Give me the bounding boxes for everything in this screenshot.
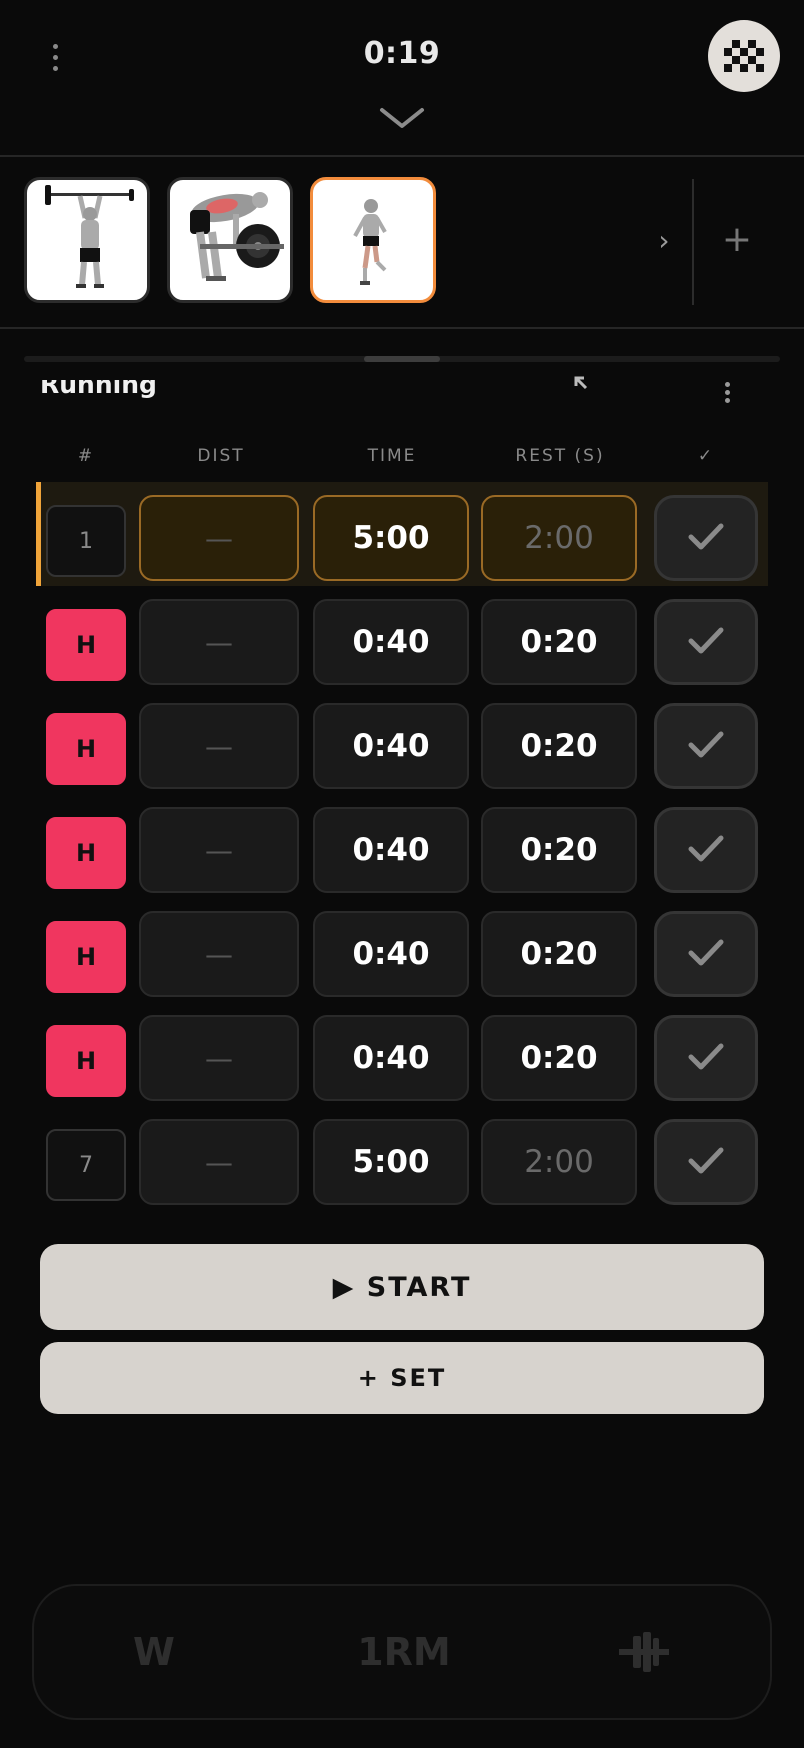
start-button[interactable]: ▶ START bbox=[40, 1244, 764, 1330]
rest-input[interactable]: 2:00 bbox=[481, 495, 637, 581]
bottom-tool-bar: W 1RM bbox=[32, 1584, 772, 1720]
chevron-right-icon[interactable]: › bbox=[650, 219, 678, 263]
distance-input[interactable]: — bbox=[139, 495, 299, 581]
add-exercise-button[interactable]: + bbox=[712, 209, 762, 271]
top-bar: 0:19 bbox=[0, 0, 804, 157]
exercise-thumbnail-overhead-press[interactable] bbox=[24, 177, 150, 303]
time-input[interactable]: 0:40 bbox=[313, 807, 469, 893]
chevron-down-icon[interactable] bbox=[376, 102, 428, 134]
distance-input[interactable]: — bbox=[139, 911, 299, 997]
complete-set-button[interactable] bbox=[654, 599, 758, 685]
set-number-badge[interactable]: H bbox=[46, 921, 126, 993]
column-header-rest: REST (S) bbox=[515, 446, 605, 466]
set-row: H —0:40 0:20 bbox=[36, 1002, 768, 1106]
set-row: 7—5:00 2:00 bbox=[36, 1106, 768, 1210]
exercise-title: Running bbox=[40, 370, 157, 399]
set-row: H —0:40 0:20 bbox=[36, 898, 768, 1002]
set-number-badge[interactable]: H bbox=[46, 609, 126, 681]
set-row: H —0:40 0:20 bbox=[36, 794, 768, 898]
rest-input[interactable]: 0:20 bbox=[481, 807, 637, 893]
set-number-badge[interactable]: H bbox=[46, 713, 126, 785]
distance-input[interactable]: — bbox=[139, 599, 299, 685]
time-input[interactable]: 5:00 bbox=[313, 1119, 469, 1205]
check-icon bbox=[686, 936, 726, 972]
check-icon bbox=[686, 520, 726, 556]
exercise-thumbnail-bent-over-row[interactable] bbox=[167, 177, 293, 303]
time-input[interactable]: 0:40 bbox=[313, 1015, 469, 1101]
set-row: H —0:40 0:20 bbox=[36, 690, 768, 794]
plate-calculator-icon[interactable] bbox=[604, 1622, 684, 1682]
set-number-badge[interactable]: 1 bbox=[46, 505, 126, 577]
check-icon bbox=[686, 624, 726, 660]
set-row: H —0:40 0:20 bbox=[36, 586, 768, 690]
column-header-set: # bbox=[77, 446, 95, 466]
weight-calculator-button[interactable]: W bbox=[94, 1622, 214, 1682]
finish-flag-button[interactable] bbox=[708, 20, 780, 92]
rest-input[interactable]: 0:20 bbox=[481, 599, 637, 685]
distance-input[interactable]: — bbox=[139, 1119, 299, 1205]
exercise-thumbnail-running[interactable] bbox=[310, 177, 436, 303]
rest-input[interactable]: 2:00 bbox=[481, 1119, 637, 1205]
complete-set-button[interactable] bbox=[654, 1119, 758, 1205]
exercise-strip: › + bbox=[0, 159, 804, 329]
set-number-badge[interactable]: H bbox=[46, 817, 126, 889]
column-header-done: ✓ bbox=[697, 446, 715, 466]
exercise-more-icon[interactable] bbox=[714, 380, 740, 404]
complete-set-button[interactable] bbox=[654, 807, 758, 893]
one-rep-max-button[interactable]: 1RM bbox=[334, 1622, 474, 1682]
rest-input[interactable]: 0:20 bbox=[481, 1015, 637, 1101]
check-icon bbox=[686, 728, 726, 764]
distance-input[interactable]: — bbox=[139, 807, 299, 893]
time-input[interactable]: 0:40 bbox=[313, 599, 469, 685]
column-header-dist: DIST bbox=[197, 446, 245, 466]
rest-input[interactable]: 0:20 bbox=[481, 703, 637, 789]
complete-set-button[interactable] bbox=[654, 703, 758, 789]
divider bbox=[692, 179, 694, 305]
check-icon bbox=[686, 832, 726, 868]
set-number-badge[interactable]: H bbox=[46, 1025, 126, 1097]
time-input[interactable]: 0:40 bbox=[313, 911, 469, 997]
set-number-badge[interactable]: 7 bbox=[46, 1129, 126, 1201]
distance-input[interactable]: — bbox=[139, 1015, 299, 1101]
distance-input[interactable]: — bbox=[139, 703, 299, 789]
check-icon bbox=[686, 1040, 726, 1076]
workout-timer: 0:19 bbox=[363, 36, 441, 71]
set-row: 1—5:00 2:00 bbox=[36, 482, 768, 586]
drag-handle[interactable] bbox=[364, 356, 440, 362]
add-set-button[interactable]: + SET bbox=[40, 1342, 764, 1414]
time-input[interactable]: 0:40 bbox=[313, 703, 469, 789]
complete-set-button[interactable] bbox=[654, 495, 758, 581]
rest-input[interactable]: 0:20 bbox=[481, 911, 637, 997]
complete-set-button[interactable] bbox=[654, 1015, 758, 1101]
complete-set-button[interactable] bbox=[654, 911, 758, 997]
time-input[interactable]: 5:00 bbox=[313, 495, 469, 581]
checkered-flag-icon bbox=[724, 40, 764, 72]
column-header-time: TIME bbox=[367, 446, 417, 466]
check-icon bbox=[686, 1144, 726, 1180]
expand-arrow-icon[interactable] bbox=[572, 374, 596, 398]
